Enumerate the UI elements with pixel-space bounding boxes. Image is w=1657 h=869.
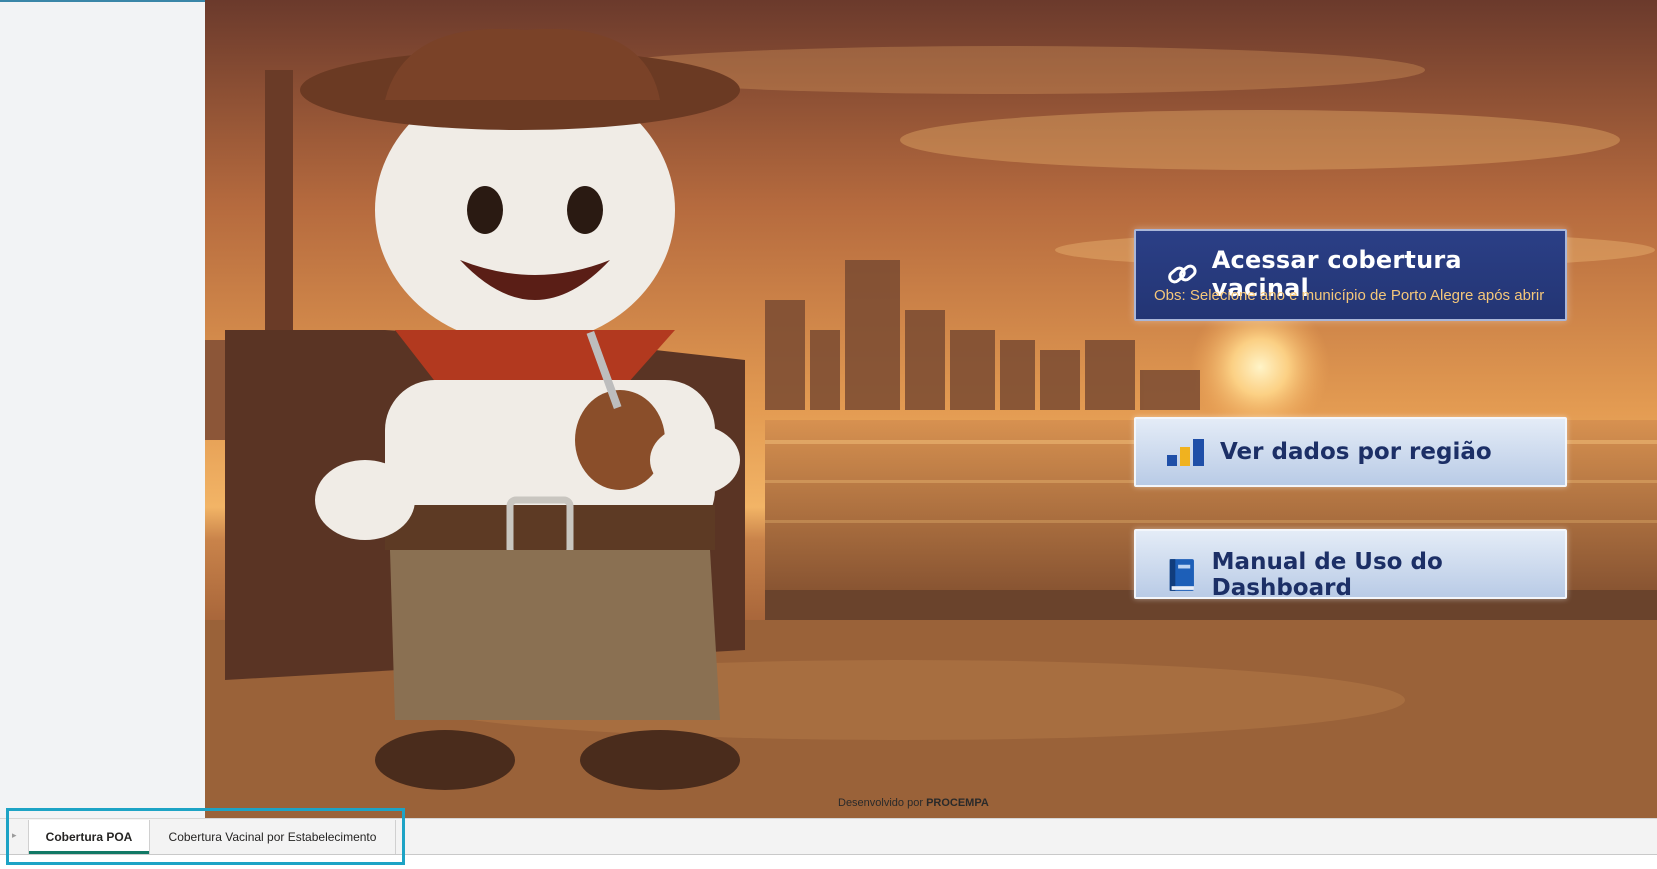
tab-scroll-left-icon[interactable]: ▸ (12, 830, 17, 841)
credit-organization: PROCEMPA (926, 797, 989, 809)
tabs-divider (0, 854, 1657, 855)
book-icon (1169, 559, 1194, 591)
bar-chart-icon (1167, 439, 1204, 466)
active-tab-indicator (29, 851, 149, 854)
top-accent-line (0, 0, 205, 2)
manual-button[interactable]: Manual de Uso do Dashboard (1134, 529, 1567, 601)
report-canvas: Desenvolvido por PROCEMPA (205, 0, 1657, 818)
manual-main: Manual de Uso do Dashboard (1166, 549, 1565, 601)
tab-label: Cobertura POA (45, 830, 133, 844)
tab-cobertura-estabelecimento[interactable]: Cobertura Vacinal por Estabelecimento (150, 820, 396, 854)
manual-label: Manual de Uso do Dashboard (1211, 549, 1443, 601)
left-panel (0, 0, 205, 818)
developer-credit: Desenvolvido por PROCEMPA (838, 797, 989, 809)
access-coverage-button[interactable]: Acessar cobertura vacinal Obs: Selecione… (1134, 229, 1567, 321)
region-data-main: Ver dados por região (1166, 437, 1492, 467)
link-icon (1168, 264, 1197, 284)
tab-label: Cobertura Vacinal por Estabelecimento (168, 830, 377, 844)
tab-cobertura-poa[interactable]: Cobertura POA (28, 820, 150, 854)
region-data-button[interactable]: Ver dados por região (1134, 417, 1567, 487)
credit-prefix: Desenvolvido por (838, 797, 923, 809)
region-data-label: Ver dados por região (1220, 439, 1492, 465)
background-illustration (205, 0, 1657, 818)
access-coverage-note: Obs: Selecione ano e município de Porto … (1154, 287, 1545, 304)
